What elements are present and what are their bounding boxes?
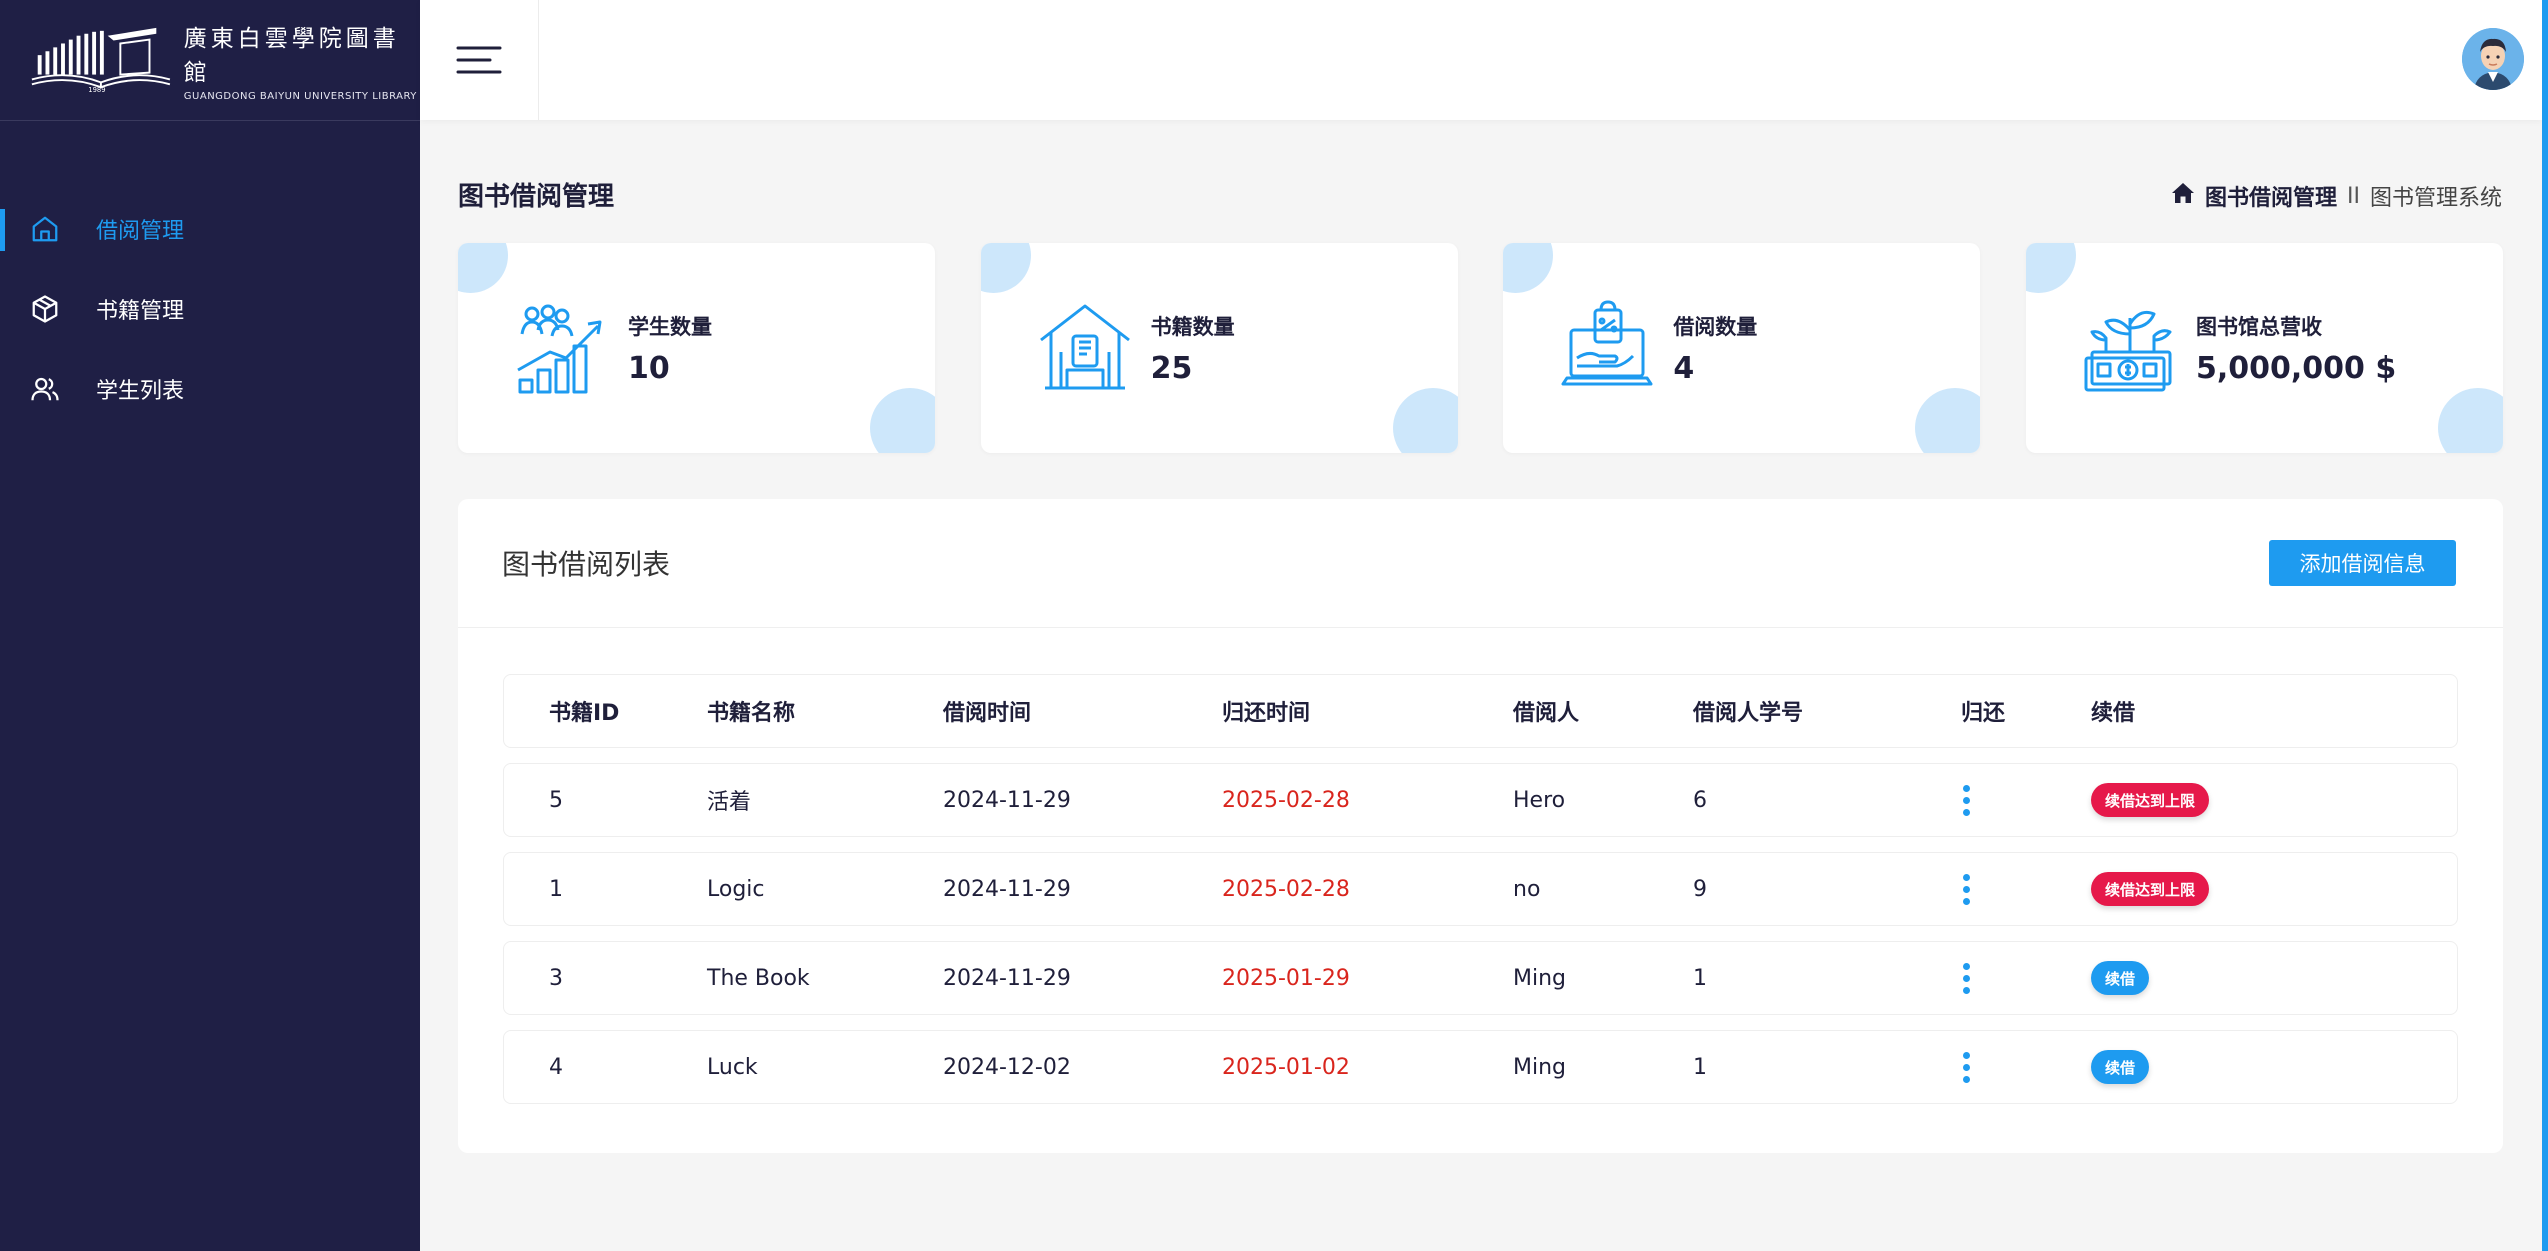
- cell-book-name: Luck: [707, 1054, 758, 1080]
- table-header: 书籍ID 书籍名称 借阅时间 归还时间 借阅人 借阅人学号 归还 续借: [503, 674, 2458, 748]
- sidebar-item-label: 学生列表: [96, 379, 185, 404]
- stat-value: 25: [1150, 350, 1193, 386]
- column-header[interactable]: 借阅人: [1513, 675, 1693, 747]
- cell-book-id: 4: [549, 1054, 563, 1080]
- column-header[interactable]: 借阅人学号: [1693, 675, 1949, 747]
- box-icon: [30, 294, 60, 324]
- cell-borrow-date: 2024-11-29: [943, 876, 1071, 902]
- library-emblem-icon: 1989: [31, 27, 171, 94]
- students-growth-icon: [512, 298, 612, 398]
- column-header[interactable]: 书籍ID: [504, 675, 707, 747]
- renew-limit-badge[interactable]: 续借达到上限: [2091, 783, 2210, 817]
- sidebar: 1989 廣東白雲學院圖書館 GUANGDONG BAIYUN UNIVERSI…: [0, 0, 420, 1251]
- breadcrumb: 图书借阅管理 II 图书管理系统: [2171, 180, 2502, 212]
- more-options-icon[interactable]: [1961, 784, 1971, 816]
- column-header[interactable]: 续借: [2091, 675, 2457, 747]
- borrow-table: 书籍ID 书籍名称 借阅时间 归还时间 借阅人 借阅人学号 归还 续借 5 活着…: [503, 674, 2458, 1119]
- renew-button[interactable]: 续借: [2091, 961, 2150, 995]
- brand-name-cn: 廣東白雲學院圖書館: [183, 25, 400, 86]
- stat-label: 学生数量: [628, 314, 712, 339]
- cell-book-name: Logic: [707, 876, 765, 902]
- cell-return-date: 2025-02-28: [1222, 876, 1350, 902]
- cell-book-name: 活着: [707, 790, 752, 815]
- column-header[interactable]: 归还: [1949, 675, 2091, 747]
- cell-return-date: 2025-02-28: [1222, 787, 1350, 813]
- user-avatar[interactable]: [2462, 28, 2524, 90]
- more-options-icon[interactable]: [1961, 873, 1971, 905]
- sidebar-item-label: 书籍管理: [96, 299, 185, 324]
- cell-borrow-date: 2024-12-02: [943, 1054, 1071, 1080]
- page-title: 图书借阅管理: [458, 182, 615, 212]
- cell-book-name: The Book: [707, 965, 810, 991]
- cell-return-date: 2025-01-29: [1222, 965, 1350, 991]
- cell-borrower: no: [1513, 876, 1541, 902]
- stat-value: 4: [1673, 350, 1695, 386]
- cell-borrow-date: 2024-11-29: [943, 965, 1071, 991]
- column-header[interactable]: 书籍名称: [707, 675, 943, 747]
- cell-student-id: 1: [1693, 1054, 1707, 1080]
- table-row: 3 The Book 2024-11-29 2025-01-29 Ming 1 …: [503, 941, 2458, 1015]
- stat-card-revenue: 图书馆总营收 5,000,000 $: [2025, 243, 2503, 453]
- laptop-bag-icon: [1557, 298, 1657, 398]
- cell-student-id: 1: [1693, 965, 1707, 991]
- stat-card-borrows: 借阅数量 4: [1503, 243, 1981, 453]
- stat-card-students: 学生数量 10: [458, 243, 935, 453]
- cell-student-id: 9: [1693, 876, 1707, 902]
- cell-return-date: 2025-01-02: [1222, 1054, 1350, 1080]
- table-row: 5 活着 2024-11-29 2025-02-28 Hero 6 续借达到上限: [503, 763, 2458, 837]
- cell-borrower: Ming: [1513, 965, 1567, 991]
- scrollbar[interactable]: [2542, 0, 2548, 1251]
- home-icon[interactable]: [2171, 182, 2195, 210]
- table-row: 1 Logic 2024-11-29 2025-02-28 no 9 续借达到上…: [503, 852, 2458, 926]
- money-plant-icon: [2080, 298, 2180, 398]
- cell-book-id: 1: [549, 876, 563, 902]
- library-building-icon: [1035, 298, 1135, 398]
- table-row: 4 Luck 2024-12-02 2025-01-02 Ming 1 续借: [503, 1030, 2458, 1104]
- stat-value: 10: [628, 350, 670, 386]
- more-options-icon[interactable]: [1961, 962, 1971, 994]
- column-header[interactable]: 归还时间: [1222, 675, 1513, 747]
- stats-cards: 学生数量 10 书籍数量 25 借阅数量 4 图书馆总营收 5,000,000 …: [458, 243, 2503, 453]
- cell-borrow-date: 2024-11-29: [943, 787, 1071, 813]
- stat-card-books: 书籍数量 25: [980, 243, 1458, 453]
- breadcrumb-root[interactable]: 图书管理系统: [2370, 180, 2502, 212]
- panel-title: 图书借阅列表: [502, 548, 671, 581]
- cell-borrower: Hero: [1513, 787, 1566, 813]
- sidebar-item-borrow-management[interactable]: 借阅管理: [0, 189, 420, 269]
- users-icon: [30, 374, 60, 404]
- borrow-list-panel: 图书借阅列表 添加借阅信息 书籍ID 书籍名称 借阅时间 归还时间 借阅人 借阅…: [458, 499, 2503, 1153]
- breadcrumb-separator: II: [2347, 183, 2360, 209]
- home-icon: [30, 214, 60, 244]
- cell-student-id: 6: [1693, 787, 1707, 813]
- brand-logo[interactable]: 1989 廣東白雲學院圖書館 GUANGDONG BAIYUN UNIVERSI…: [0, 0, 420, 121]
- column-header[interactable]: 借阅时间: [943, 675, 1222, 747]
- breadcrumb-current[interactable]: 图书借阅管理: [2205, 180, 2337, 212]
- brand-name-en: GUANGDONG BAIYUN UNIVERSITY LIBRARY: [183, 90, 417, 102]
- renew-button[interactable]: 续借: [2091, 1050, 2150, 1084]
- emblem-year: 1989: [88, 86, 105, 94]
- cell-book-id: 3: [549, 965, 563, 991]
- add-borrow-button[interactable]: 添加借阅信息: [2269, 540, 2456, 586]
- stat-label: 图书馆总营收: [2195, 314, 2322, 339]
- sidebar-item-label: 借阅管理: [96, 219, 185, 244]
- hamburger-icon[interactable]: [420, 0, 539, 120]
- top-header: [420, 0, 2542, 120]
- stat-label: 书籍数量: [1150, 314, 1235, 339]
- cell-borrower: Ming: [1513, 1054, 1567, 1080]
- stat-value: 5,000,000 $: [2195, 350, 2397, 386]
- renew-limit-badge[interactable]: 续借达到上限: [2091, 872, 2210, 906]
- sidebar-item-student-list[interactable]: 学生列表: [0, 349, 420, 429]
- cell-book-id: 5: [549, 787, 563, 813]
- sidebar-item-book-management[interactable]: 书籍管理: [0, 269, 420, 349]
- stat-label: 借阅数量: [1673, 314, 1758, 339]
- sidebar-menu: 借阅管理 书籍管理 学生列表: [0, 189, 420, 429]
- more-options-icon[interactable]: [1961, 1051, 1971, 1083]
